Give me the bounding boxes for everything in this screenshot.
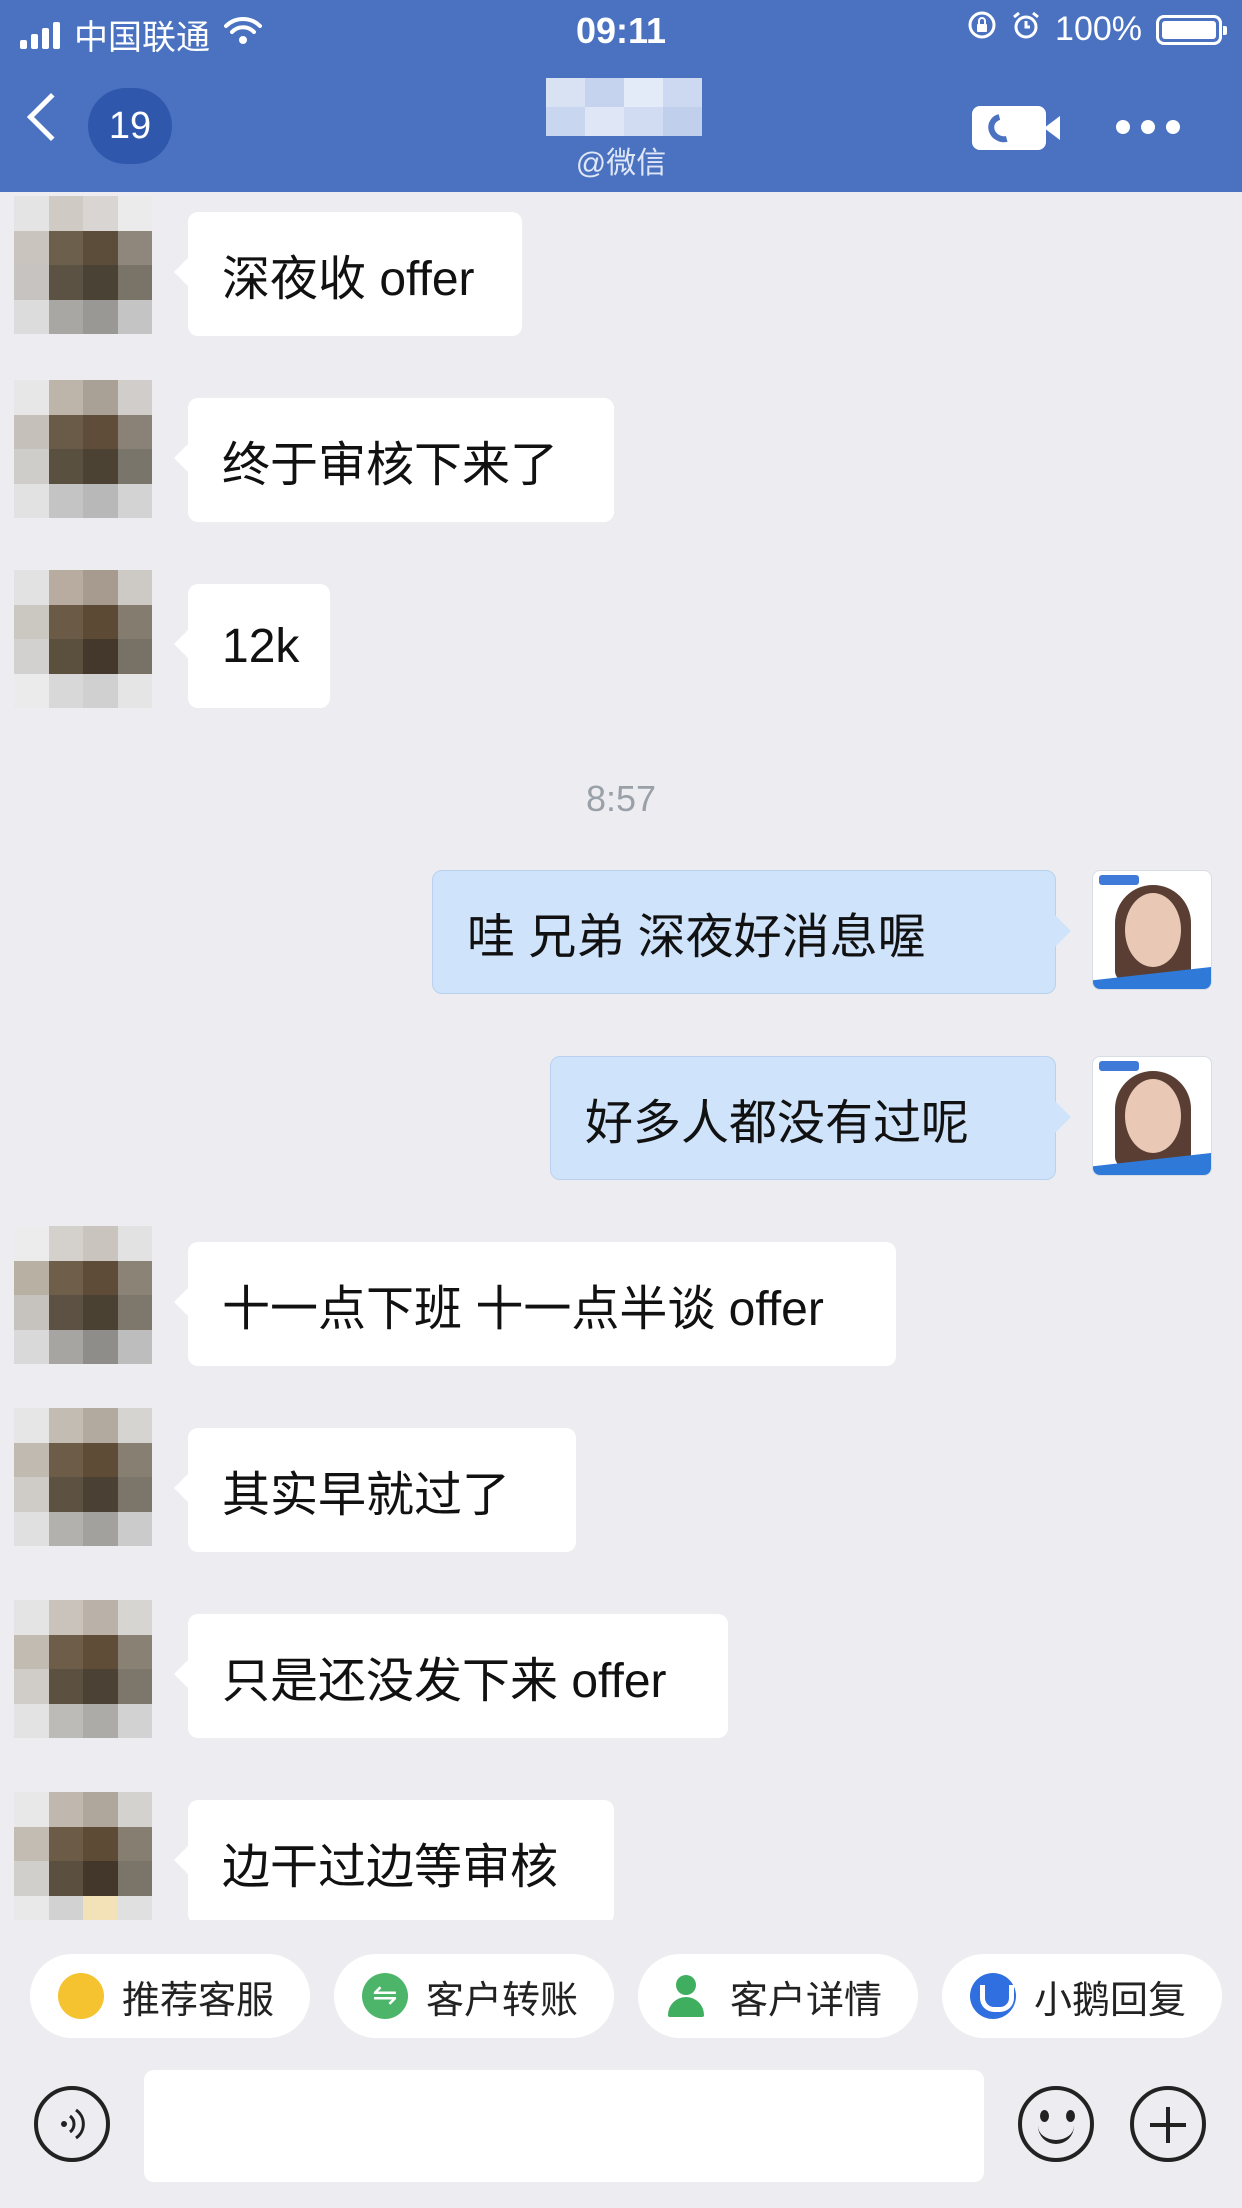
contact-avatar[interactable]: [14, 570, 152, 708]
my-avatar[interactable]: [1092, 1056, 1212, 1176]
emoji-icon[interactable]: [1018, 2086, 1094, 2162]
plus-icon[interactable]: [1130, 2086, 1206, 2162]
back-icon[interactable]: [26, 92, 76, 142]
contact-avatar[interactable]: [14, 1600, 152, 1738]
quick-action-label: 小鹅回复: [1034, 1979, 1187, 2022]
status-right: 100%: [967, 10, 1227, 49]
quick-action-label: 客户转账: [426, 1979, 579, 2022]
contact-avatar[interactable]: [14, 380, 152, 518]
message-input[interactable]: [144, 2070, 984, 2182]
chat-header: 中国联通 09:11 100% 19 @微信: [0, 0, 1242, 192]
message-bubble[interactable]: 12k: [174, 584, 330, 708]
quick-action-label: 客户详情: [730, 1979, 883, 2022]
contact-avatar[interactable]: [14, 196, 152, 334]
message-bubble[interactable]: 十一点下班 十一点半谈 offer: [174, 1242, 896, 1366]
message-bubble[interactable]: 边干过边等审核: [174, 1800, 614, 1920]
message-bubble[interactable]: 深夜收 offer: [174, 212, 522, 336]
contact-avatar[interactable]: [14, 1408, 152, 1546]
quick-action-goose-reply[interactable]: 小鹅回复: [942, 1954, 1222, 2038]
status-bar: 中国联通 09:11 100%: [0, 0, 1242, 62]
message-bubble-sent[interactable]: 哇 兄弟 深夜好消息喔: [432, 870, 1071, 994]
my-avatar[interactable]: [1092, 870, 1212, 990]
contact-name-blurred: [546, 78, 702, 136]
voice-icon[interactable]: [34, 2086, 110, 2162]
more-icon[interactable]: [1116, 120, 1180, 134]
message-bubble[interactable]: 终于审核下来了: [174, 398, 614, 522]
rotation-lock-icon: [967, 10, 997, 49]
quick-action-label: 推荐客服: [122, 1979, 275, 2022]
recommend-icon: [58, 1973, 104, 2019]
contact-avatar[interactable]: [14, 1792, 152, 1920]
message-bubble-sent[interactable]: 好多人都没有过呢: [550, 1056, 1071, 1180]
transfer-icon: [362, 1973, 408, 2019]
battery-icon: [1156, 14, 1227, 45]
chat-subtitle: @微信: [575, 147, 667, 180]
quick-action-customer-detail[interactable]: 客户详情: [638, 1954, 918, 2038]
quick-action-bar: 推荐客服 客户转账 客户详情 小鹅回复: [0, 1920, 1242, 2070]
quick-action-transfer[interactable]: 客户转账: [334, 1954, 614, 2038]
quick-action-recommend[interactable]: 推荐客服: [30, 1954, 310, 2038]
message-list[interactable]: 深夜收 offer 终于审核下来了 12k 8:57 哇 兄弟 深夜好消息喔 好…: [0, 192, 1242, 1920]
video-call-icon[interactable]: [972, 106, 1060, 150]
alarm-icon: [1011, 10, 1041, 49]
message-bubble[interactable]: 其实早就过了: [174, 1428, 576, 1552]
input-bar: [0, 2070, 1242, 2208]
time-separator: 8:57: [585, 778, 657, 819]
battery-percent: 100%: [1055, 10, 1142, 48]
goose-reply-icon: [970, 1973, 1016, 2019]
customer-detail-icon: [666, 1973, 712, 2019]
contact-avatar[interactable]: [14, 1226, 152, 1364]
message-bubble[interactable]: 只是还没发下来 offer: [174, 1614, 728, 1738]
